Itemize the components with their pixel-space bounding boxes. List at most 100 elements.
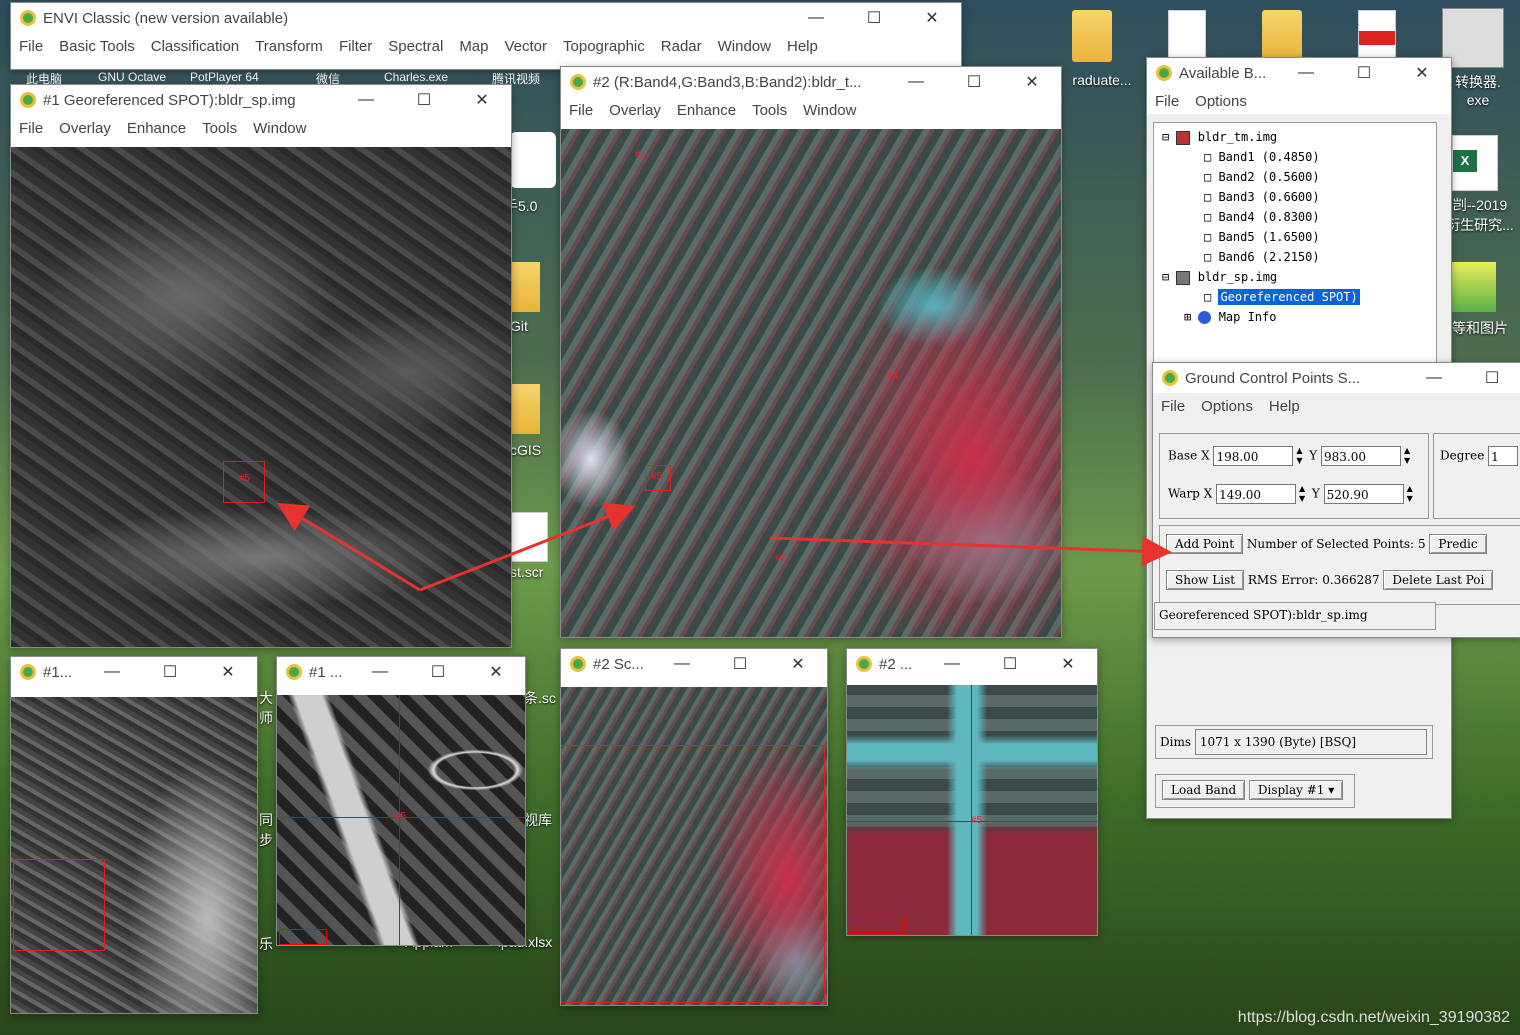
minimize-icon[interactable]: —	[337, 91, 395, 109]
menu-window[interactable]: Window	[718, 38, 771, 55]
file-node[interactable]: ⊟ bldr_tm.img	[1154, 127, 1436, 147]
band-item[interactable]: □ Band2 (0.5600)	[1154, 167, 1436, 187]
minimize-icon[interactable]: —	[923, 655, 981, 673]
file-node[interactable]: ⊟ bldr_sp.img	[1154, 267, 1436, 287]
menu-enhance[interactable]: Enhance	[677, 102, 736, 119]
minimize-icon[interactable]: —	[787, 9, 845, 27]
menu-overlay[interactable]: Overlay	[59, 120, 111, 137]
base-x-field[interactable]: 198.00	[1213, 446, 1294, 466]
zoom-2-image[interactable]: #5	[847, 685, 1097, 935]
desktop-folder-icon[interactable]	[1262, 10, 1302, 62]
close-icon[interactable]: ✕	[769, 654, 827, 674]
maximize-icon[interactable]: ☐	[141, 662, 199, 682]
predict-button[interactable]: Predic	[1429, 534, 1487, 554]
zoom-1-titlebar[interactable]: #1 ... — ☐ ✕	[277, 657, 525, 687]
band-item[interactable]: □ Band1 (0.4850)	[1154, 147, 1436, 167]
menu-help[interactable]: Help	[1269, 398, 1300, 415]
maximize-icon[interactable]: ☐	[409, 662, 467, 682]
desktop-folder-icon[interactable]	[510, 384, 540, 434]
menu-map[interactable]: Map	[459, 38, 488, 55]
shortcut-label[interactable]: GNU Octave	[98, 70, 166, 84]
scroll-1-image[interactable]	[11, 697, 257, 1013]
minimize-icon[interactable]: —	[1405, 369, 1463, 387]
desktop-folder-icon[interactable]	[1072, 10, 1112, 62]
maximize-icon[interactable]: ☐	[1463, 368, 1520, 388]
warp-x-field[interactable]: 149.00	[1216, 484, 1297, 504]
scroll-1-titlebar[interactable]: #1... — ☐ ✕	[11, 657, 257, 687]
menu-spectral[interactable]: Spectral	[388, 38, 443, 55]
menu-classification[interactable]: Classification	[151, 38, 239, 55]
minimize-icon[interactable]: —	[1277, 64, 1335, 82]
zoom-controls-icon[interactable]	[849, 917, 905, 933]
spinner-icon[interactable]: ▲ ▼	[1401, 446, 1413, 466]
window-2-titlebar[interactable]: #2 (R:Band4,G:Band3,B:Band2):bldr_t... —…	[561, 67, 1061, 97]
warp-y-field[interactable]: 520.90	[1323, 484, 1404, 504]
band-item[interactable]: □ Band4 (0.8300)	[1154, 207, 1436, 227]
menu-overlay[interactable]: Overlay	[609, 102, 661, 119]
desktop-doc-icon[interactable]	[1168, 10, 1206, 64]
zoom-2-titlebar[interactable]: #2 ... — ☐ ✕	[847, 649, 1097, 679]
close-icon[interactable]: ✕	[1039, 654, 1097, 674]
desktop-image-folder-icon[interactable]	[1452, 262, 1496, 312]
band-item-selected[interactable]: □ Georeferenced SPOT)	[1154, 287, 1436, 307]
load-band-button[interactable]: Load Band	[1162, 780, 1246, 800]
minimize-icon[interactable]: —	[887, 73, 945, 91]
menu-window[interactable]: Window	[803, 102, 856, 119]
menu-basic-tools[interactable]: Basic Tools	[59, 38, 135, 55]
menu-enhance[interactable]: Enhance	[127, 120, 186, 137]
menu-file[interactable]: File	[19, 38, 43, 55]
delete-last-point-button[interactable]: Delete Last Poi	[1383, 570, 1494, 590]
zoom-controls-icon[interactable]	[279, 929, 327, 945]
tm-color-image[interactable]: #1 #4 #5 #2	[561, 129, 1061, 637]
menu-window[interactable]: Window	[253, 120, 306, 137]
maximize-icon[interactable]: ☐	[845, 8, 903, 28]
menu-topographic[interactable]: Topographic	[563, 38, 645, 55]
desktop-folder-icon[interactable]	[510, 262, 540, 312]
minimize-icon[interactable]: —	[653, 655, 711, 673]
base-y-field[interactable]: 983.00	[1321, 446, 1402, 466]
menu-filter[interactable]: Filter	[339, 38, 372, 55]
menu-file[interactable]: File	[1161, 398, 1185, 415]
band-item[interactable]: □ Band5 (1.6500)	[1154, 227, 1436, 247]
close-icon[interactable]: ✕	[1003, 72, 1061, 92]
desktop-doc-icon[interactable]	[510, 512, 548, 562]
scroll-viewport-box[interactable]	[561, 745, 825, 1003]
show-list-button[interactable]: Show List	[1166, 570, 1245, 590]
band-item[interactable]: □ Band3 (0.6600)	[1154, 187, 1436, 207]
maximize-icon[interactable]: ☐	[981, 654, 1039, 674]
menu-radar[interactable]: Radar	[661, 38, 702, 55]
map-info-item[interactable]: ⊞ Map Info	[1154, 307, 1436, 327]
available-bands-titlebar[interactable]: Available B... — ☐ ✕	[1147, 58, 1451, 88]
menu-tools[interactable]: Tools	[752, 102, 787, 119]
scroll-2-titlebar[interactable]: #2 Sc... — ☐ ✕	[561, 649, 827, 679]
menu-options[interactable]: Options	[1195, 93, 1247, 110]
maximize-icon[interactable]: ☐	[945, 72, 1003, 92]
zoom-1-image[interactable]: #5	[277, 695, 525, 945]
band-item[interactable]: □ Band6 (2.2150)	[1154, 247, 1436, 267]
menu-file[interactable]: File	[19, 120, 43, 137]
menu-tools[interactable]: Tools	[202, 120, 237, 137]
close-icon[interactable]: ✕	[903, 8, 961, 28]
minimize-icon[interactable]: —	[351, 663, 409, 681]
scroll-viewport-box[interactable]	[13, 859, 105, 951]
spot-image[interactable]: #5	[11, 147, 511, 647]
close-icon[interactable]: ✕	[199, 662, 257, 682]
desktop-app-icon[interactable]	[510, 132, 556, 188]
maximize-icon[interactable]: ☐	[711, 654, 769, 674]
desktop-pdf-icon[interactable]	[1358, 10, 1396, 64]
close-icon[interactable]: ✕	[453, 90, 511, 110]
desktop-excel-icon[interactable]: X	[1452, 135, 1498, 191]
degree-field[interactable]: 1	[1488, 446, 1519, 466]
close-icon[interactable]: ✕	[467, 662, 525, 682]
scroll-2-image[interactable]	[561, 687, 827, 1005]
menu-file[interactable]: File	[569, 102, 593, 119]
spinner-icon[interactable]: ▲ ▼	[1293, 446, 1305, 466]
add-point-button[interactable]: Add Point	[1166, 534, 1244, 554]
spinner-icon[interactable]: ▲ ▼	[1296, 484, 1308, 504]
menu-transform[interactable]: Transform	[255, 38, 323, 55]
minimize-icon[interactable]: —	[83, 663, 141, 681]
display-dropdown[interactable]: Display #1 ▾	[1248, 780, 1344, 800]
shortcut-label[interactable]: PotPlayer 64	[190, 70, 259, 84]
window-1-titlebar[interactable]: #1 Georeferenced SPOT):bldr_sp.img — ☐ ✕	[11, 85, 511, 115]
menu-file[interactable]: File	[1155, 93, 1179, 110]
